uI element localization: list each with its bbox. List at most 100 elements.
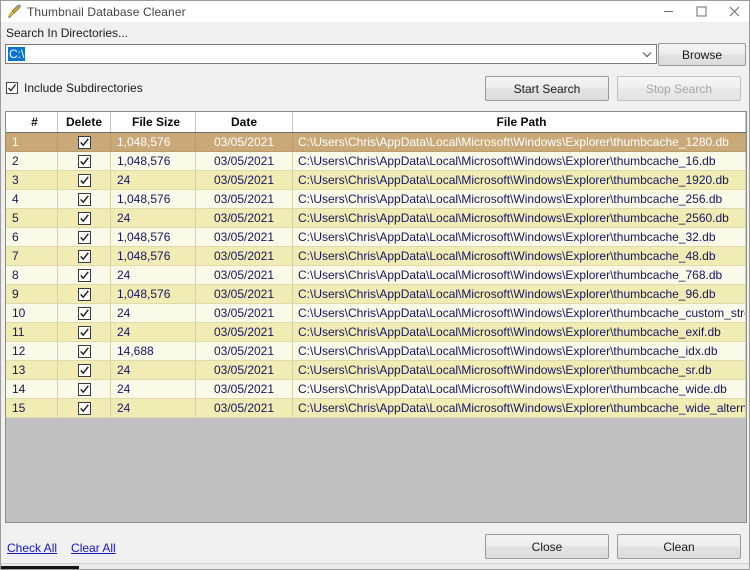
row-number: 11 xyxy=(6,323,58,341)
close-icon[interactable] xyxy=(718,1,749,22)
row-delete-checkbox[interactable] xyxy=(58,323,111,341)
row-file-size: 24 xyxy=(111,323,196,341)
row-delete-checkbox[interactable] xyxy=(58,171,111,189)
table-row[interactable]: 10 24 03/05/2021 C:\Users\Chris\AppData\Loc… xyxy=(6,304,746,323)
row-delete-checkbox[interactable] xyxy=(58,304,111,322)
table-row[interactable]: 5 24 03/05/2021 C:\Users\Chris\AppData\Loca… xyxy=(6,209,746,228)
row-file-path: C:\Users\Chris\AppData\Local\Microsoft\W… xyxy=(293,152,746,170)
table-row[interactable]: 12 14,688 03/05/2021 C:\Users\Chris\AppData… xyxy=(6,342,746,361)
results-grid[interactable]: # Delete File Size Date File Path 1 1,048… xyxy=(5,111,747,523)
row-file-path: C:\Users\Chris\AppData\Local\Microsoft\W… xyxy=(293,323,746,341)
close-button[interactable]: Close xyxy=(485,534,609,559)
clear-all-link[interactable]: Clear All xyxy=(71,541,116,555)
row-file-path: C:\Users\Chris\AppData\Local\Microsoft\W… xyxy=(293,171,746,189)
column-header-number[interactable]: # xyxy=(6,112,58,132)
checkbox-icon xyxy=(77,135,91,149)
row-number: 8 xyxy=(6,266,58,284)
row-date: 03/05/2021 xyxy=(196,399,293,417)
column-header-file-path[interactable]: File Path xyxy=(293,112,746,132)
table-row[interactable]: 8 24 03/05/2021 C:\Users\Chris\AppData\Loca… xyxy=(6,266,746,285)
checkbox-icon xyxy=(77,325,91,339)
row-file-path: C:\Users\Chris\AppData\Local\Microsoft\W… xyxy=(293,380,746,398)
table-row[interactable]: 6 1,048,576 03/05/2021 C:\Users\Chris\AppDa… xyxy=(6,228,746,247)
check-all-link[interactable]: Check All xyxy=(7,541,57,555)
include-subdirectories-label: Include Subdirectories xyxy=(24,81,143,95)
row-file-path: C:\Users\Chris\AppData\Local\Microsoft\W… xyxy=(293,228,746,246)
checkbox-icon xyxy=(77,306,91,320)
row-file-path: C:\Users\Chris\AppData\Local\Microsoft\W… xyxy=(293,399,746,417)
row-number: 2 xyxy=(6,152,58,170)
row-delete-checkbox[interactable] xyxy=(58,190,111,208)
row-number: 14 xyxy=(6,380,58,398)
status-strip xyxy=(1,563,749,569)
thumbnail-database-cleaner-window: Thumbnail Database Cleaner Search In Dir… xyxy=(0,0,750,570)
column-header-date[interactable]: Date xyxy=(196,112,293,132)
directory-combobox[interactable]: C:\ xyxy=(5,44,657,64)
row-number: 6 xyxy=(6,228,58,246)
row-file-size: 24 xyxy=(111,304,196,322)
row-delete-checkbox[interactable] xyxy=(58,247,111,265)
row-file-size: 24 xyxy=(111,266,196,284)
row-file-path: C:\Users\Chris\AppData\Local\Microsoft\W… xyxy=(293,209,746,227)
row-delete-checkbox[interactable] xyxy=(58,228,111,246)
checkbox-icon xyxy=(77,268,91,282)
table-row[interactable]: 7 1,048,576 03/05/2021 C:\Users\Chris\AppDa… xyxy=(6,247,746,266)
row-file-size: 24 xyxy=(111,380,196,398)
row-file-size: 1,048,576 xyxy=(111,190,196,208)
minimize-icon[interactable] xyxy=(652,1,685,22)
row-file-path: C:\Users\Chris\AppData\Local\Microsoft\W… xyxy=(293,266,746,284)
row-delete-checkbox[interactable] xyxy=(58,209,111,227)
column-header-delete[interactable]: Delete xyxy=(58,112,111,132)
table-row[interactable]: 3 24 03/05/2021 C:\Users\Chris\AppData\Loca… xyxy=(6,171,746,190)
row-delete-checkbox[interactable] xyxy=(58,285,111,303)
table-row[interactable]: 14 24 03/05/2021 C:\Users\Chris\AppData\Loc… xyxy=(6,380,746,399)
start-search-button[interactable]: Start Search xyxy=(485,76,609,101)
row-file-size: 24 xyxy=(111,399,196,417)
checkbox-icon xyxy=(77,401,91,415)
title-bar: Thumbnail Database Cleaner xyxy=(1,1,749,22)
checkbox-icon xyxy=(77,211,91,225)
checkbox-icon xyxy=(77,287,91,301)
row-date: 03/05/2021 xyxy=(196,266,293,284)
row-delete-checkbox[interactable] xyxy=(58,133,111,151)
table-row[interactable]: 1 1,048,576 03/05/2021 C:\Users\Chris\AppDa… xyxy=(6,133,746,152)
checkbox-icon xyxy=(77,230,91,244)
table-row[interactable]: 11 24 03/05/2021 C:\Users\Chris\AppData\Loc… xyxy=(6,323,746,342)
clean-button[interactable]: Clean xyxy=(617,534,741,559)
row-delete-checkbox[interactable] xyxy=(58,266,111,284)
row-delete-checkbox[interactable] xyxy=(58,399,111,417)
browse-button[interactable]: Browse xyxy=(658,43,746,66)
row-number: 7 xyxy=(6,247,58,265)
window-title: Thumbnail Database Cleaner xyxy=(27,4,186,19)
table-row[interactable]: 4 1,048,576 03/05/2021 C:\Users\Chris\AppDa… xyxy=(6,190,746,209)
row-file-size: 1,048,576 xyxy=(111,285,196,303)
checkbox-icon xyxy=(77,382,91,396)
table-row[interactable]: 2 1,048,576 03/05/2021 C:\Users\Chris\AppDa… xyxy=(6,152,746,171)
row-file-size: 1,048,576 xyxy=(111,152,196,170)
maximize-icon[interactable] xyxy=(685,1,718,22)
row-date: 03/05/2021 xyxy=(196,209,293,227)
row-date: 03/05/2021 xyxy=(196,323,293,341)
row-file-size: 1,048,576 xyxy=(111,133,196,151)
row-date: 03/05/2021 xyxy=(196,171,293,189)
row-delete-checkbox[interactable] xyxy=(58,380,111,398)
column-header-file-size[interactable]: File Size xyxy=(111,112,196,132)
table-row[interactable]: 13 24 03/05/2021 C:\Users\Chris\AppData\Loc… xyxy=(6,361,746,380)
row-date: 03/05/2021 xyxy=(196,380,293,398)
row-delete-checkbox[interactable] xyxy=(58,152,111,170)
search-directories-label: Search In Directories... xyxy=(6,26,129,40)
row-number: 9 xyxy=(6,285,58,303)
table-row[interactable]: 15 24 03/05/2021 C:\Users\Chris\AppData\Loc… xyxy=(6,399,746,418)
chevron-down-icon[interactable] xyxy=(638,45,656,63)
row-file-size: 24 xyxy=(111,171,196,189)
row-date: 03/05/2021 xyxy=(196,361,293,379)
row-file-size: 24 xyxy=(111,361,196,379)
checkbox-icon xyxy=(77,363,91,377)
include-subdirectories-checkbox[interactable]: Include Subdirectories xyxy=(6,81,143,95)
row-file-path: C:\Users\Chris\AppData\Local\Microsoft\W… xyxy=(293,342,746,360)
window-controls xyxy=(652,1,749,22)
checkbox-icon xyxy=(77,173,91,187)
table-row[interactable]: 9 1,048,576 03/05/2021 C:\Users\Chris\AppDa… xyxy=(6,285,746,304)
row-delete-checkbox[interactable] xyxy=(58,361,111,379)
row-delete-checkbox[interactable] xyxy=(58,342,111,360)
